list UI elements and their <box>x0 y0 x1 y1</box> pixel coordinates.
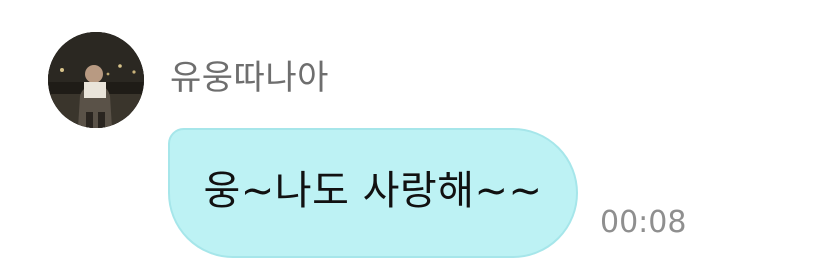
avatar[interactable] <box>48 32 144 128</box>
message-text: 웅~나도 사랑해~~ <box>203 168 543 214</box>
message-bubble[interactable]: 웅~나도 사랑해~~ <box>168 128 578 258</box>
profile-photo-icon <box>48 32 144 128</box>
chat-message-row: 유웅따나아 웅~나도 사랑해~~ 00:08 <box>0 0 828 276</box>
message-timestamp: 00:08 <box>600 205 687 240</box>
sender-name: 유웅따나아 <box>170 58 329 98</box>
